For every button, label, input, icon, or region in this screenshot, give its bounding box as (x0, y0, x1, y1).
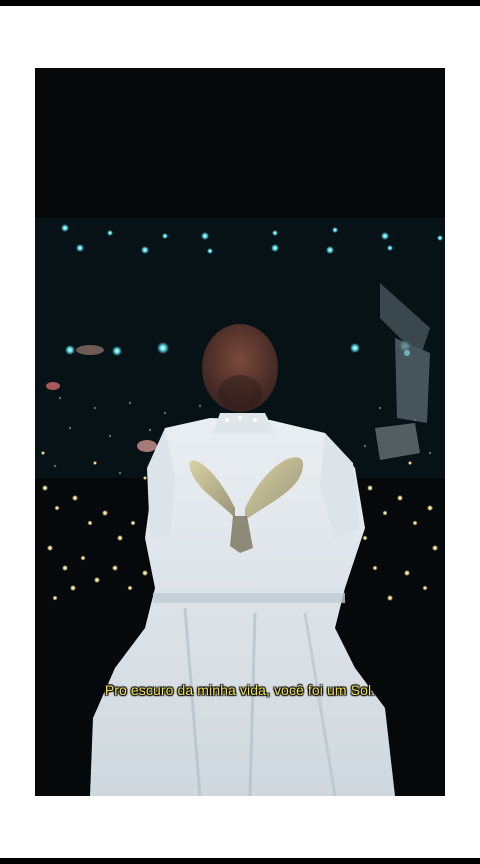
screen: Pro escuro da minha vida, você foi um So… (0, 0, 480, 864)
video-subtitle: Pro escuro da minha vida, você foi um So… (104, 682, 376, 698)
video-player[interactable]: Pro escuro da minha vida, você foi um So… (35, 68, 445, 796)
